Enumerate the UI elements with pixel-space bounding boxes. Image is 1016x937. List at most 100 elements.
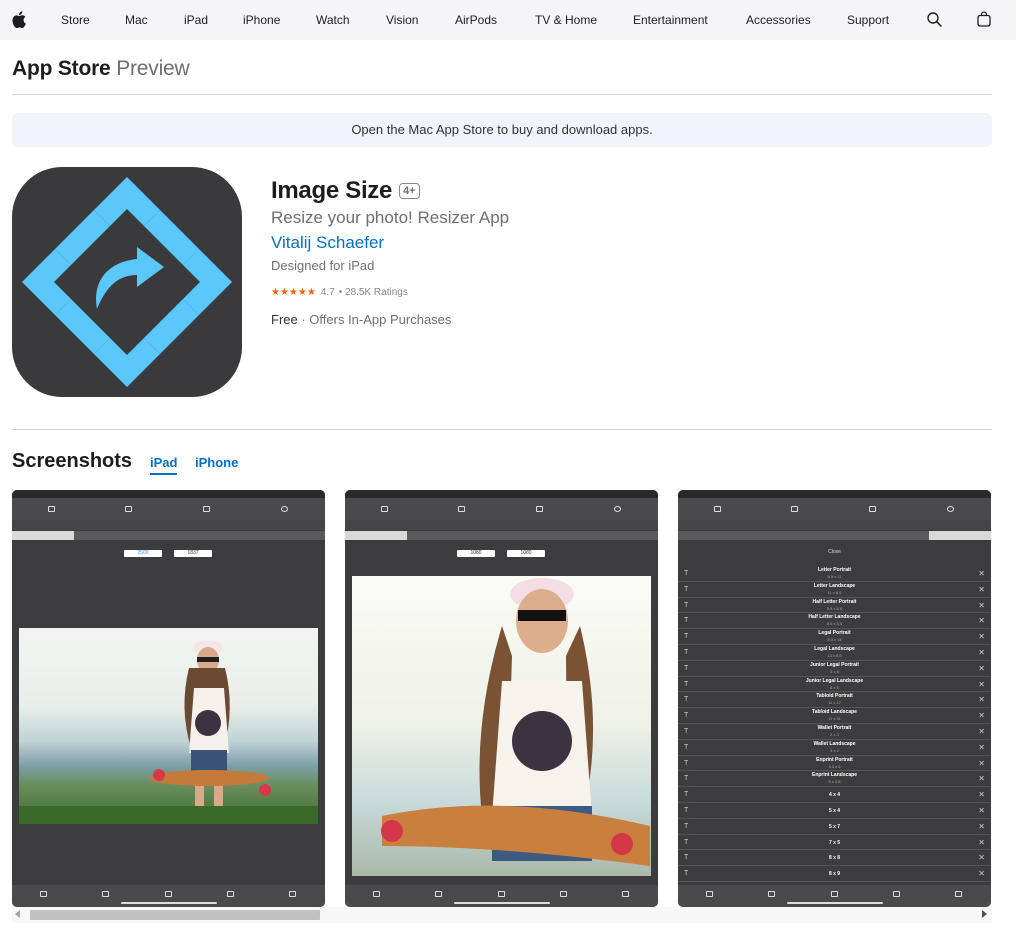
nav-item-store[interactable]: Store: [61, 0, 90, 40]
scrollbar-thumb[interactable]: [30, 910, 320, 920]
folder-icon: [768, 891, 775, 897]
preset-name: 8 x 9: [828, 871, 841, 878]
nav-item-iphone[interactable]: iPhone: [243, 0, 280, 40]
delete-icon[interactable]: ✕: [978, 727, 985, 736]
mail-icon: [560, 891, 567, 897]
preset-row[interactable]: T Legal Portrait 8.5 x 14 ✕: [678, 629, 991, 645]
delete-icon[interactable]: ✕: [978, 601, 985, 610]
unit-segment: [12, 531, 325, 540]
preset-row[interactable]: T Enprint Portrait 3.5 x 5 ✕: [678, 756, 991, 772]
mail-icon: [893, 891, 900, 897]
preset-dimensions: 5 x 3.5: [828, 779, 841, 785]
nav-item-mac[interactable]: Mac: [125, 0, 148, 40]
delete-icon[interactable]: ✕: [978, 774, 985, 783]
preset-row[interactable]: T Half Letter Landscape 8.5 x 5.5 ✕: [678, 613, 991, 630]
delete-icon[interactable]: ✕: [978, 853, 985, 862]
delete-icon[interactable]: ✕: [978, 569, 985, 578]
screenshot-1[interactable]: 2500 1837: [12, 490, 325, 907]
scroll-right-icon[interactable]: [982, 910, 987, 918]
brand-label: App Store: [12, 57, 111, 80]
delete-icon[interactable]: ✕: [978, 743, 985, 752]
delete-icon[interactable]: ✕: [978, 664, 985, 673]
nav-item-support[interactable]: Support: [847, 0, 889, 40]
tab-ipad[interactable]: iPad: [150, 455, 178, 475]
nav-item-accessories[interactable]: Accessories: [746, 0, 811, 40]
print-icon: [622, 891, 629, 897]
unit-segment: [678, 531, 991, 540]
delete-icon[interactable]: ✕: [978, 616, 985, 625]
preset-row[interactable]: T5 x 4 ✕: [678, 803, 991, 819]
preset-row[interactable]: T Junior Legal Portrait 5 x 8 ✕: [678, 661, 991, 677]
bag-icon[interactable]: [977, 11, 991, 28]
preset-row[interactable]: T Enprint Landscape 5 x 3.5 ✕: [678, 771, 991, 788]
folder-icon: [102, 891, 109, 897]
app-info: Image Size 4+ Resize your photo! Resizer…: [271, 176, 971, 327]
delete-icon[interactable]: ✕: [978, 711, 985, 720]
apple-logo-icon[interactable]: [12, 11, 26, 29]
download-icon: [706, 891, 713, 897]
delete-icon[interactable]: ✕: [978, 822, 985, 831]
preset-row[interactable]: T Legal Landscape 14 x 8.5 ✕: [678, 645, 991, 661]
toolbar: [345, 498, 658, 520]
delete-icon[interactable]: ✕: [978, 632, 985, 641]
preset-row[interactable]: T7 x 5 ✕: [678, 835, 991, 851]
preset-row[interactable]: T Tabloid Landscape 17 x 11 ✕: [678, 708, 991, 724]
nav-item-watch[interactable]: Watch: [316, 0, 350, 40]
preset-row[interactable]: T Wallet Portrait 2 x 3 ✕: [678, 724, 991, 740]
preset-row[interactable]: T Tabloid Portrait 11 x 17 ✕: [678, 692, 991, 709]
bottom-toolbar: [12, 885, 325, 907]
screenshot-3[interactable]: Close T Letter Portrait 8.5 x 11 ✕ T Letter L…: [678, 490, 991, 907]
close-button[interactable]: Close: [678, 549, 991, 555]
horizontal-scrollbar[interactable]: [12, 907, 992, 923]
gear-icon: [281, 506, 288, 512]
preset-row[interactable]: T Letter Landscape 11 x 8.5 ✕: [678, 582, 991, 598]
preset-dimensions: 5 x 8: [830, 668, 839, 674]
delete-icon[interactable]: ✕: [978, 838, 985, 847]
delete-icon[interactable]: ✕: [978, 806, 985, 815]
screenshots-header: Screenshots iPad iPhone: [12, 450, 992, 478]
sub-toolbar: [678, 520, 991, 530]
preset-dimensions: 8.5 x 14: [827, 637, 842, 643]
delete-icon[interactable]: ✕: [978, 695, 985, 704]
rating-row: ★★★★★ 4.7 • 28.5K Ratings: [271, 287, 971, 298]
preset-row[interactable]: T Junior Legal Landscape 8 x 5 ✕: [678, 677, 991, 693]
delete-icon[interactable]: ✕: [978, 759, 985, 768]
nav-item-tv-home[interactable]: TV & Home: [535, 0, 597, 40]
preset-dimensions: 3 x 2: [830, 747, 839, 753]
status-bar: [345, 490, 658, 498]
camera-icon: [869, 506, 876, 512]
preset-name: Half Letter Portrait: [812, 598, 857, 605]
tab-iphone[interactable]: iPhone: [195, 455, 238, 470]
delete-icon[interactable]: ✕: [978, 790, 985, 799]
nav-item-ipad[interactable]: iPad: [184, 0, 208, 40]
preset-row[interactable]: T Letter Portrait 8.5 x 11 ✕: [678, 566, 991, 582]
search-icon[interactable]: [927, 12, 942, 28]
preset-row[interactable]: T Wallet Landscape 3 x 2 ✕: [678, 740, 991, 756]
preset-name: 5 x 7: [828, 823, 841, 830]
unit-segment: [345, 531, 658, 540]
nav-item-entertainment[interactable]: Entertainment: [633, 0, 708, 40]
mail-icon: [227, 891, 234, 897]
share-icon: [498, 891, 505, 897]
delete-icon[interactable]: ✕: [978, 585, 985, 594]
nav-item-vision[interactable]: Vision: [386, 0, 418, 40]
nav-item-airpods[interactable]: AirPods: [455, 0, 497, 40]
preset-name: Tabloid Portrait: [816, 693, 853, 700]
page-title[interactable]: App Store Preview: [12, 57, 190, 81]
preset-row[interactable]: T8 x 9 ✕: [678, 866, 991, 882]
delete-icon[interactable]: ✕: [978, 680, 985, 689]
delete-icon[interactable]: ✕: [978, 648, 985, 657]
delete-icon[interactable]: ✕: [978, 869, 985, 878]
scroll-left-icon[interactable]: [15, 910, 20, 918]
size-fields: 2500 1837: [12, 542, 325, 564]
preset-name: Wallet Portrait: [817, 725, 852, 731]
preset-row[interactable]: T Half Letter Portrait 5.5 x 8.5 ✕: [678, 598, 991, 614]
preset-row[interactable]: T8 x 8 ✕: [678, 850, 991, 867]
screenshot-2[interactable]: 1080 1080: [345, 490, 658, 907]
developer-link[interactable]: Vitalij Schaefer: [271, 233, 971, 253]
local-nav: App Store Preview: [12, 52, 992, 95]
preset-row[interactable]: T5 x 7 ✕: [678, 819, 991, 835]
bottom-toolbar: [678, 885, 991, 907]
preset-dimensions: 2 x 3: [830, 732, 839, 737]
preset-row[interactable]: T4 x 4 ✕: [678, 787, 991, 803]
